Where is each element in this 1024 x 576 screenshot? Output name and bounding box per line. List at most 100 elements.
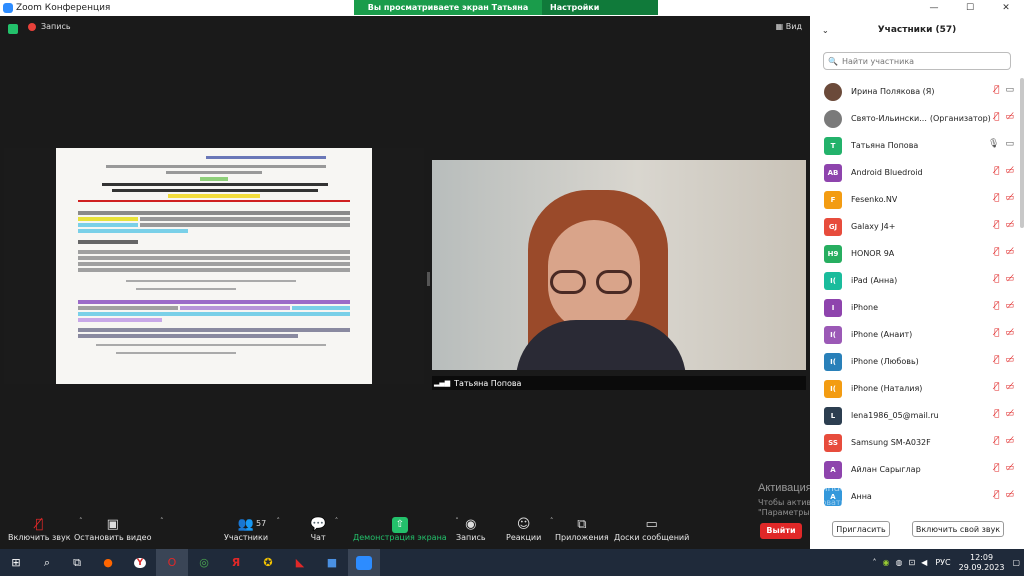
mail-app-icon[interactable]: ✪ xyxy=(252,549,284,576)
participant-row[interactable]: GJ Galaxy J4+ 🎙̸ ▭̸ xyxy=(810,213,1020,240)
participant-name: iPhone (Любовь) xyxy=(851,357,919,366)
mic-muted-icon: 🎙̸ xyxy=(994,247,1000,257)
chat-button[interactable]: 💬 Чат ˄ xyxy=(310,517,338,542)
participant-status: 🎙̸ ▭̸ xyxy=(994,166,1014,176)
yandex-icon[interactable]: Я xyxy=(220,549,252,576)
whiteboards-button[interactable]: ▭ Доски сообщений xyxy=(614,517,689,542)
participant-row[interactable]: H9 HONOR 9A 🎙̸ ▭̸ xyxy=(810,240,1020,267)
chevron-up-icon[interactable]: ˄ xyxy=(550,517,554,525)
network-icon[interactable]: ⊡ xyxy=(908,558,915,567)
unmute-button[interactable]: 🎙̸ Включить звук ˄ xyxy=(8,517,83,542)
chevron-up-icon[interactable]: ˄ xyxy=(160,517,164,525)
participant-row[interactable]: I( iPhone (Любовь) 🎙̸ ▭̸ xyxy=(810,348,1020,375)
volume-icon[interactable]: ◀ xyxy=(921,558,927,567)
participant-status: 🎙̸ ▭̸ xyxy=(994,247,1014,257)
view-settings-button[interactable]: Настройки просмотра ⌄ xyxy=(542,0,658,27)
split-divider-handle[interactable] xyxy=(427,272,430,286)
windows-start-icon[interactable]: ⊞ xyxy=(0,549,32,576)
clock[interactable]: 12:09 29.09.2023 xyxy=(959,553,1005,573)
opera-icon[interactable]: O xyxy=(156,549,188,576)
windows-activation-hint: Чтобы активировать Windows, перейдите в … xyxy=(758,498,974,517)
chevron-down-icon[interactable]: ⌄ xyxy=(822,26,829,35)
pdf-reader-icon[interactable]: ◣ xyxy=(284,549,316,576)
panel-buttons: Пригласить Включить свой звук xyxy=(810,521,1024,537)
security-shield-icon[interactable] xyxy=(8,24,18,34)
participant-search[interactable]: 🔍 xyxy=(823,52,1011,70)
participant-row[interactable]: SS Samsung SM-A032F 🎙̸ ▭̸ xyxy=(810,429,1020,456)
speaker-video[interactable] xyxy=(432,160,806,370)
participant-list: Ирина Полякова (Я) 🎙̸ ▭ Свято-Ильински... (О… xyxy=(810,78,1020,510)
chevron-up-icon[interactable]: ˄ xyxy=(873,558,877,567)
record-button[interactable]: ◉ Запись xyxy=(456,517,486,542)
mic-muted-icon: 🎙̸ xyxy=(994,274,1000,284)
scrollbar[interactable] xyxy=(1020,78,1024,228)
leave-button[interactable]: Выйти xyxy=(760,523,802,539)
notifications-icon[interactable]: ▢ xyxy=(1012,558,1020,567)
record-dot-icon xyxy=(28,22,36,31)
video-name-label: ▂▄▆ Татьяна Попова xyxy=(432,376,806,390)
chevron-up-icon[interactable]: ˄ xyxy=(277,517,281,525)
firefox-icon[interactable]: ● xyxy=(92,549,124,576)
mic-muted-icon: 🎙̸ xyxy=(994,301,1000,311)
mic-muted-icon: 🎙̸ xyxy=(994,220,1000,230)
participant-status: 🎙̸ ▭̸ xyxy=(994,355,1014,365)
avatar: L xyxy=(824,406,842,425)
participant-row[interactable]: I(iPhone (Наталия) 🎙̸ ▭̸ xyxy=(810,375,1020,402)
stop-video-button[interactable]: ▣ Остановить видео ˄ xyxy=(74,517,163,542)
camera-off-icon: ▭̸ xyxy=(1005,220,1014,230)
participant-row[interactable]: A Айлан Сарыглар 🎙̸ ▭̸ xyxy=(810,456,1020,483)
participant-name: Свято-Ильински... xyxy=(851,114,927,123)
camera-off-icon: ▭̸ xyxy=(1005,193,1014,203)
task-view-icon[interactable]: ⧉ xyxy=(62,549,92,576)
minimize-icon[interactable]: — xyxy=(916,0,952,16)
participant-status: 🎙 ▭ xyxy=(988,139,1014,149)
avatar: A xyxy=(824,460,842,479)
participant-status: 🎙̸ ▭ xyxy=(994,85,1014,95)
participant-name: Samsung SM-A032F xyxy=(851,438,931,447)
share-screen-button[interactable]: ⇧ Демонстрация экрана ˄ xyxy=(353,517,459,542)
participant-name: Ирина Полякова (Я) xyxy=(851,87,935,96)
participant-row[interactable]: I(iPhone (Анаит) 🎙̸ ▭̸ xyxy=(810,321,1020,348)
search-icon[interactable]: ⌕ xyxy=(32,549,62,576)
participant-name: lena1986_05@mail.ru xyxy=(851,411,939,420)
participants-count: 57 xyxy=(256,519,267,528)
participant-row[interactable]: Свято-Ильински... (Организатор) 🎙̸ ▭̸ xyxy=(810,105,1020,132)
zoom-logo-icon xyxy=(3,3,13,13)
mic-muted-icon: 🎙̸ xyxy=(994,355,1000,365)
recording-indicator[interactable]: Запись xyxy=(28,22,71,31)
view-button[interactable]: ▦ Вид xyxy=(776,22,802,31)
participant-row[interactable]: Llena1986_05@mail.ru 🎙̸ ▭̸ xyxy=(810,402,1020,429)
participant-row[interactable]: Ирина Полякова (Я) 🎙̸ ▭ xyxy=(810,78,1020,105)
participant-status: 🎙̸ ▭̸ xyxy=(994,382,1014,392)
participant-row[interactable]: AB Android Bluedroid 🎙̸ ▭̸ xyxy=(810,159,1020,186)
yandex-browser-icon[interactable]: Y xyxy=(124,549,156,576)
apps-icon: ⧉ xyxy=(577,517,587,532)
invite-button[interactable]: Пригласить xyxy=(832,521,890,537)
avatar: F xyxy=(824,190,842,209)
viewing-screen-label: Вы просматриваете экран Татьяна Попова xyxy=(354,0,542,27)
maximize-icon[interactable]: ☐ xyxy=(952,0,988,16)
zoom-taskbar-icon[interactable] xyxy=(348,549,380,576)
participant-row[interactable]: I(iPad (Анна) 🎙̸ ▭̸ xyxy=(810,267,1020,294)
panel-title: Участники (57) xyxy=(877,25,957,35)
participant-name: HONOR 9A xyxy=(851,249,895,258)
avatar: I( xyxy=(824,352,842,371)
participant-row[interactable]: IiPhone 🎙̸ ▭̸ xyxy=(810,294,1020,321)
reactions-button[interactable]: ☺ Реакции ˄ xyxy=(506,517,553,542)
avatar: I( xyxy=(824,379,842,398)
avatar: T xyxy=(824,136,842,155)
update-tray-icon[interactable]: ◍ xyxy=(895,558,902,567)
participant-row[interactable]: F Fesenko.NV 🎙̸ ▭̸ xyxy=(810,186,1020,213)
participant-row[interactable]: T Татьяна Попова 🎙 ▭ xyxy=(810,132,1020,159)
security-tray-icon[interactable]: ◉ xyxy=(883,558,890,567)
language-indicator[interactable]: РУС xyxy=(935,558,950,567)
screen-share-banner: Вы просматриваете экран Татьяна Попова Н… xyxy=(354,0,658,27)
chrome-icon[interactable]: ◎ xyxy=(188,549,220,576)
chevron-up-icon[interactable]: ˄ xyxy=(335,517,339,525)
search-input[interactable] xyxy=(841,56,1002,66)
folder-icon[interactable]: ■ xyxy=(316,549,348,576)
apps-button[interactable]: ⧉ Приложения xyxy=(555,517,609,542)
participant-name: Android Bluedroid xyxy=(851,168,923,177)
unmute-me-button[interactable]: Включить свой звук xyxy=(912,521,1004,537)
close-icon[interactable]: ✕ xyxy=(988,0,1024,16)
